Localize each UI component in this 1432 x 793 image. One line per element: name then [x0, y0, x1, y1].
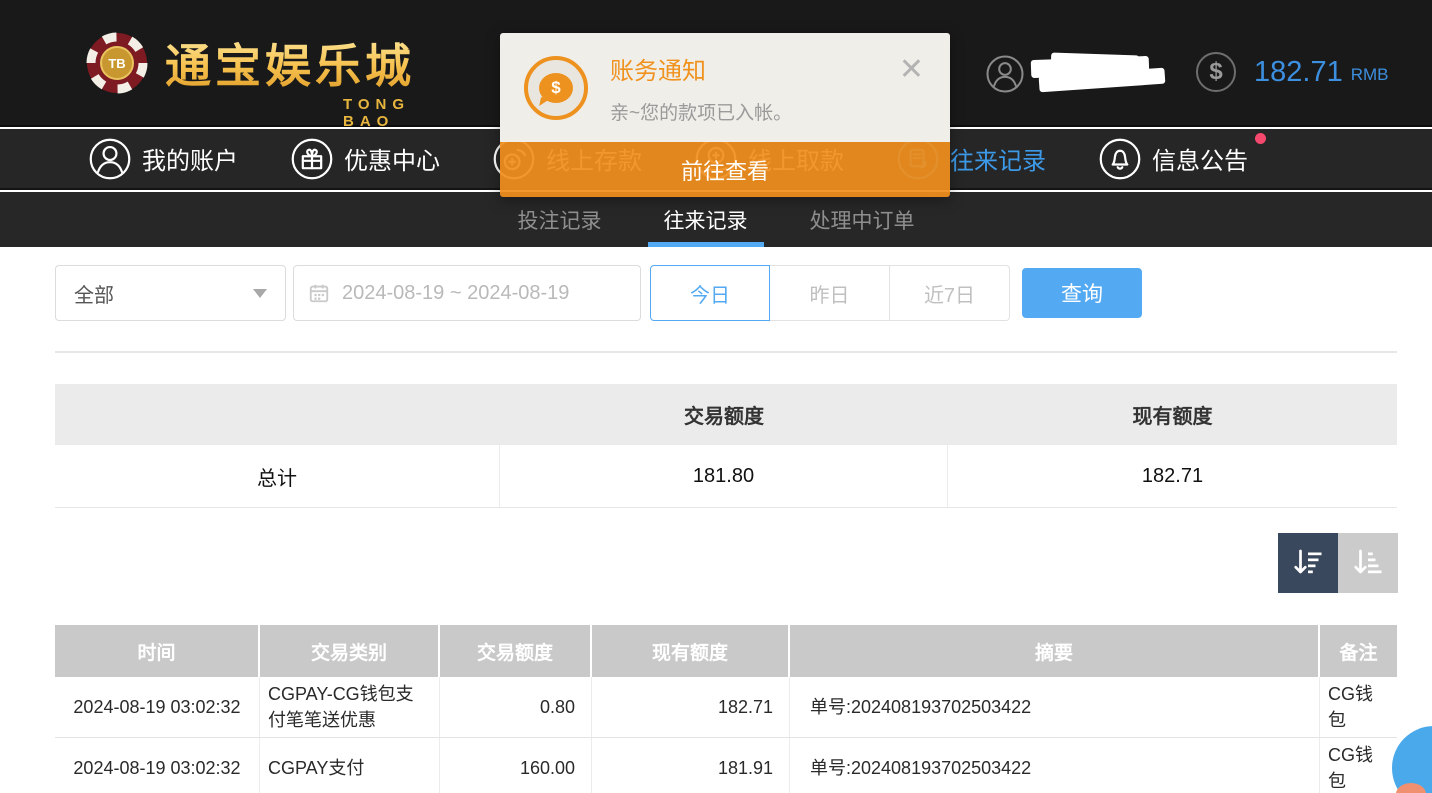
col-header-amount: 交易额度	[440, 625, 592, 677]
casino-chip-icon: TB	[85, 31, 149, 95]
account-icon	[88, 137, 132, 181]
summary-total-transaction: 181.80	[500, 445, 948, 507]
user-icon	[985, 54, 1025, 94]
dollar-icon: $	[1196, 52, 1236, 92]
brand-name-en: TONG BAO	[343, 96, 415, 130]
summary-table: 交易额度 现有额度 总计 181.80 182.71	[55, 384, 1397, 508]
balance-currency: RMB	[1351, 65, 1389, 85]
sort-ascending-icon	[1350, 545, 1386, 581]
date-range-input[interactable]: 2024-08-19 ~ 2024-08-19	[293, 265, 641, 321]
sort-descending-icon	[1290, 545, 1326, 581]
type-filter-value: 全部	[74, 279, 253, 308]
balance-amount: 182.71	[1254, 56, 1343, 89]
quick-date-buttons: 今日 昨日 近7日	[650, 265, 1010, 321]
sort-ascending-button[interactable]	[1338, 533, 1398, 593]
chip-label: TB	[108, 56, 125, 71]
cell-time: 2024-08-19 03:02:32	[55, 738, 260, 793]
date-range-value: 2024-08-19 ~ 2024-08-19	[342, 282, 569, 305]
calendar-icon	[308, 282, 330, 304]
brand-name-cn: 通宝娱乐城	[165, 30, 415, 96]
table-row: 2024-08-19 03:02:32 CGPAY-CG钱包支付笔笔送优惠 0.…	[55, 677, 1397, 738]
cell-amount: 0.80	[440, 677, 592, 737]
tab-processing-orders[interactable]: 处理中订单	[802, 192, 923, 247]
cell-summary: 单号:202408193702503422	[790, 677, 1320, 737]
tab-transaction-records[interactable]: 往来记录	[656, 192, 756, 247]
notification-body: $ 账务通知 亲~您的款项已入帐。 ✕	[500, 33, 950, 142]
notification-message: 亲~您的款项已入帐。	[610, 98, 792, 125]
summary-header-balance: 现有额度	[948, 384, 1397, 445]
summary-header-empty	[55, 384, 500, 445]
transaction-table-header: 时间 交易类别 交易额度 现有额度 摘要 备注	[55, 625, 1397, 677]
tab-betting-records[interactable]: 投注记录	[510, 192, 610, 247]
cell-time: 2024-08-19 03:02:32	[55, 677, 260, 737]
user-account-area[interactable]: ~ 5	[985, 52, 1171, 96]
today-button[interactable]: 今日	[650, 265, 770, 321]
gift-icon	[290, 137, 334, 181]
summary-header-transaction: 交易额度	[500, 384, 948, 445]
query-button[interactable]: 查询	[1022, 268, 1142, 318]
sort-controls	[1278, 533, 1398, 593]
cell-amount: 160.00	[440, 738, 592, 793]
col-header-note: 备注	[1320, 625, 1397, 677]
summary-total-label: 总计	[55, 445, 500, 507]
balance-area[interactable]: $ 182.71 RMB	[1196, 52, 1388, 92]
notification-badge-dot	[1255, 133, 1266, 144]
cell-balance: 182.71	[592, 677, 790, 737]
account-notification-popup: $ 账务通知 亲~您的款项已入帐。 ✕ 前往查看	[500, 33, 950, 197]
summary-total-row: 总计 181.80 182.71	[55, 445, 1397, 508]
cell-note: CG钱包	[1320, 677, 1397, 737]
cell-type: CGPAY支付	[260, 738, 440, 793]
yesterday-button[interactable]: 昨日	[770, 265, 890, 321]
nav-item-announcements[interactable]: 信息公告	[1098, 137, 1248, 181]
chevron-down-icon	[253, 289, 267, 298]
col-header-balance: 现有额度	[592, 625, 790, 677]
cell-type: CGPAY-CG钱包支付笔笔送优惠	[260, 677, 440, 737]
record-tabs: 投注记录 往来记录 处理中订单	[0, 192, 1432, 247]
cell-summary: 单号:202408193702503422	[790, 738, 1320, 793]
active-tab-underline	[648, 242, 764, 247]
page: TB 通宝娱乐城 TONG BAO ~ 5 $ 182.71 RMB	[0, 0, 1432, 793]
summary-total-balance: 182.71	[948, 445, 1397, 507]
transaction-table: 时间 交易类别 交易额度 现有额度 摘要 备注 2024-08-19 03:02…	[55, 625, 1397, 793]
cell-note: CG钱包	[1320, 738, 1397, 793]
col-header-summary: 摘要	[790, 625, 1320, 677]
col-header-type: 交易类别	[260, 625, 440, 677]
brand-logo[interactable]: TB 通宝娱乐城 TONG BAO	[85, 30, 415, 96]
cell-balance: 181.91	[592, 738, 790, 793]
money-message-icon: $	[524, 56, 588, 120]
go-to-view-button[interactable]: 前往查看	[500, 142, 950, 197]
type-filter-select[interactable]: 全部	[55, 265, 286, 321]
close-icon[interactable]: ✕	[899, 55, 924, 85]
redacted-username: ~ 5	[1031, 52, 1171, 96]
nav-item-my-account[interactable]: 我的账户	[88, 137, 238, 181]
last7days-button[interactable]: 近7日	[890, 265, 1010, 321]
sort-descending-button[interactable]	[1278, 533, 1338, 593]
col-header-time: 时间	[55, 625, 260, 677]
section-divider	[55, 351, 1397, 353]
notification-title: 账务通知	[610, 51, 792, 86]
bell-icon	[1098, 137, 1142, 181]
table-row: 2024-08-19 03:02:32 CGPAY支付 160.00 181.9…	[55, 738, 1397, 793]
nav-item-promotions[interactable]: 优惠中心	[290, 137, 440, 181]
